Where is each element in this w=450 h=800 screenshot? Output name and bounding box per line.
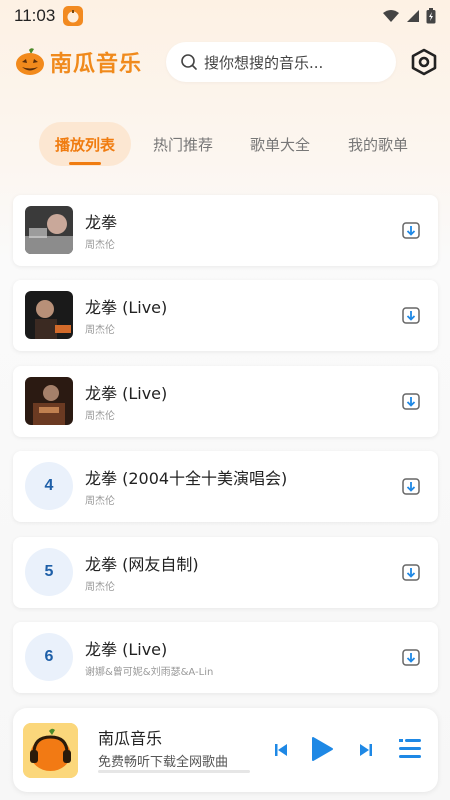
search-input[interactable]: 搜你想搜的音乐... <box>166 42 396 82</box>
active-tab-indicator <box>69 162 101 165</box>
tab-label: 播放列表 <box>54 135 115 154</box>
pumpkin-headphones-icon <box>23 723 78 778</box>
download-icon[interactable] <box>401 305 421 325</box>
previous-track-icon[interactable] <box>272 741 290 759</box>
song-artist: 周杰伦 <box>85 325 115 336</box>
song-title: 龙拳 (Live) <box>85 640 168 659</box>
player-title: 南瓜音乐 <box>98 729 163 748</box>
song-title: 龙拳 (Live) <box>85 384 168 403</box>
player-progress-bar[interactable] <box>98 770 250 773</box>
search-icon <box>181 54 197 70</box>
song-item[interactable]: 龙拳 (Live) 周杰伦 <box>13 366 438 437</box>
tab-bar: 播放列表 热门推荐 歌单大全 我的歌单 <box>0 122 450 166</box>
status-time: 11:03 <box>14 6 56 25</box>
app-header: 南瓜音乐 搜你想搜的音乐... <box>0 40 450 84</box>
status-bar: 11:03 <box>0 0 450 32</box>
tab-label: 我的歌单 <box>347 135 408 154</box>
download-icon[interactable] <box>401 562 421 582</box>
settings-hexagon-icon[interactable] <box>409 47 439 77</box>
wifi-icon <box>383 10 399 22</box>
song-item[interactable]: 6 龙拳 (Live) 谢娜&曾可妮&刘雨瑟&A-Lin <box>13 622 438 693</box>
album-cover <box>25 291 73 339</box>
song-item[interactable]: 5 龙拳 (网友自制) 周杰伦 <box>13 537 438 608</box>
song-artist: 周杰伦 <box>85 240 115 251</box>
download-icon[interactable] <box>401 647 421 667</box>
album-cover <box>25 377 73 425</box>
tab-label: 热门推荐 <box>152 135 213 154</box>
song-item[interactable]: 4 龙拳 (2004十全十美演唱会) 周杰伦 <box>13 451 438 522</box>
song-artist: 周杰伦 <box>85 496 115 507</box>
song-artist: 谢娜&曾可妮&刘雨瑟&A-Lin <box>85 667 214 678</box>
track-number: 4 <box>25 462 73 510</box>
download-icon[interactable] <box>401 391 421 411</box>
song-artist: 周杰伦 <box>85 582 115 593</box>
song-item[interactable]: 龙拳 (Live) 周杰伦 <box>13 280 438 351</box>
tab-playlists-all[interactable]: 歌单大全 <box>242 122 318 166</box>
next-track-icon[interactable] <box>357 741 375 759</box>
tab-playlist[interactable]: 播放列表 <box>39 122 131 166</box>
search-placeholder: 搜你想搜的音乐... <box>204 53 324 72</box>
signal-icon <box>407 10 419 22</box>
app-title: 南瓜音乐 <box>50 52 143 77</box>
tab-hot[interactable]: 热门推荐 <box>145 122 221 166</box>
mini-player[interactable]: 南瓜音乐 免费畅听下载全网歌曲 <box>13 708 438 792</box>
pumpkin-app-icon <box>63 6 84 26</box>
pumpkin-logo-icon <box>16 48 44 75</box>
song-item[interactable]: 龙拳 周杰伦 <box>13 195 438 266</box>
player-cover <box>23 723 78 778</box>
battery-icon <box>426 8 436 24</box>
playlist-menu-icon[interactable] <box>397 736 423 762</box>
track-number: 5 <box>25 548 73 596</box>
song-artist: 周杰伦 <box>85 411 115 422</box>
download-icon[interactable] <box>401 220 421 240</box>
play-icon[interactable] <box>309 735 335 763</box>
song-title: 龙拳 (Live) <box>85 298 168 317</box>
app-logo: 南瓜音乐 <box>14 46 142 78</box>
download-icon[interactable] <box>401 476 421 496</box>
tab-my-playlists[interactable]: 我的歌单 <box>340 122 416 166</box>
player-subtitle: 免费畅听下载全网歌曲 <box>98 755 229 770</box>
track-number: 6 <box>25 633 73 681</box>
album-cover <box>25 206 73 254</box>
song-title: 龙拳 <box>85 213 118 232</box>
song-title: 龙拳 (网友自制) <box>85 555 199 574</box>
song-title: 龙拳 (2004十全十美演唱会) <box>85 469 288 488</box>
tab-label: 歌单大全 <box>249 135 310 154</box>
